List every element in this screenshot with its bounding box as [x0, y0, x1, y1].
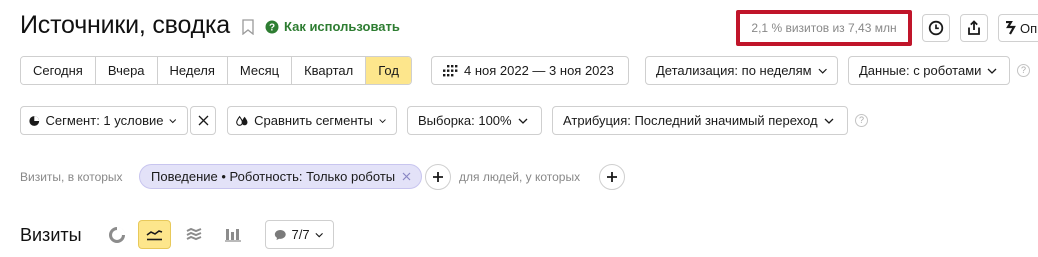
notes-dropdown[interactable]: 7/7	[265, 220, 334, 249]
condition-chip[interactable]: Поведение • Роботность: Только роботы	[139, 164, 423, 189]
attribution-label: Атрибуция: Последний значимый переход	[563, 113, 818, 128]
chevron-down-icon	[818, 68, 827, 74]
add-people-condition-button[interactable]	[599, 164, 625, 190]
period-week[interactable]: Неделя	[157, 57, 228, 84]
history-button[interactable]	[922, 14, 950, 42]
help-circle-icon: ?	[265, 20, 279, 33]
plus-icon	[607, 172, 617, 182]
visits-condition-label: Визиты, в которых	[20, 170, 123, 184]
sample-info-highlight: 2,1 % визитов из 7,43 млн	[736, 10, 912, 46]
sample-info-text: 2,1 % визитов из 7,43 млн	[751, 21, 897, 35]
period-month[interactable]: Месяц	[227, 57, 293, 84]
pie-chart-icon[interactable]	[104, 222, 130, 248]
chevron-down-icon	[987, 68, 997, 74]
period-today[interactable]: Сегодня	[21, 57, 96, 84]
share-icon	[968, 20, 980, 35]
notes-count: 7/7	[291, 227, 310, 242]
date-range-label: 4 ноя 2022 — 3 ноя 2023	[464, 63, 614, 78]
area-chart-icon[interactable]	[181, 222, 207, 248]
data-filter-label: Данные: с роботами	[859, 63, 982, 78]
calendar-icon	[443, 64, 458, 76]
condition-chip-label: Поведение • Роботность: Только роботы	[151, 169, 396, 184]
plus-icon	[433, 172, 443, 182]
chevron-down-icon	[379, 118, 386, 123]
segment-label: Сегмент: 1 условие	[45, 113, 164, 128]
chevron-down-icon	[824, 118, 834, 124]
comment-icon	[274, 229, 286, 240]
compare-drops-icon	[236, 115, 248, 126]
clock-icon	[928, 20, 944, 36]
close-icon	[198, 115, 208, 126]
data-filter-dropdown[interactable]: Данные: с роботами	[848, 56, 1010, 85]
bar-chart-icon[interactable]	[220, 222, 246, 248]
cut-button-label: Оп	[1020, 20, 1038, 36]
period-yesterday[interactable]: Вчера	[95, 57, 158, 84]
page-title: Источники, сводка	[20, 11, 231, 39]
sample-label: Выборка: 100%	[418, 113, 512, 128]
add-visit-condition-button[interactable]	[425, 164, 451, 190]
pie-segment-icon	[29, 115, 40, 126]
period-quarter[interactable]: Квартал	[292, 57, 367, 84]
remove-condition-icon[interactable]	[402, 172, 411, 181]
how-to-use-label: Как использовать	[284, 19, 400, 34]
detail-label: Детализация: по неделям	[656, 63, 812, 78]
period-selector: Сегодня Вчера Неделя Месяц Квартал Год	[20, 56, 412, 85]
svg-text:?: ?	[269, 22, 275, 33]
clear-segment-button[interactable]	[190, 106, 216, 135]
help-icon[interactable]: ?	[855, 114, 868, 127]
compare-segments-dropdown[interactable]: Сравнить сегменты	[227, 106, 397, 135]
bookmark-icon[interactable]	[242, 19, 254, 35]
compare-label: Сравнить сегменты	[254, 113, 373, 128]
people-condition-label: для людей, у которых	[459, 170, 581, 184]
chevron-down-icon	[315, 232, 323, 237]
visits-section-title: Визиты	[20, 225, 82, 245]
sample-dropdown[interactable]: Выборка: 100%	[407, 106, 542, 135]
export-button[interactable]	[960, 14, 988, 42]
chevron-down-icon	[169, 118, 177, 123]
cut-button[interactable]: Оп	[998, 14, 1038, 42]
detail-dropdown[interactable]: Детализация: по неделям	[645, 56, 838, 85]
line-chart-icon[interactable]	[138, 220, 171, 249]
chevron-down-icon	[518, 118, 528, 124]
segment-dropdown[interactable]: Сегмент: 1 условие	[20, 106, 188, 135]
help-icon[interactable]: ?	[1017, 64, 1030, 77]
attribution-dropdown[interactable]: Атрибуция: Последний значимый переход	[552, 106, 848, 135]
zigzag-icon	[1006, 21, 1016, 35]
date-range-button[interactable]: 4 ноя 2022 — 3 ноя 2023	[431, 56, 629, 85]
how-to-use-link[interactable]: ? Как использовать	[265, 19, 400, 34]
period-year[interactable]: Год	[366, 57, 411, 84]
